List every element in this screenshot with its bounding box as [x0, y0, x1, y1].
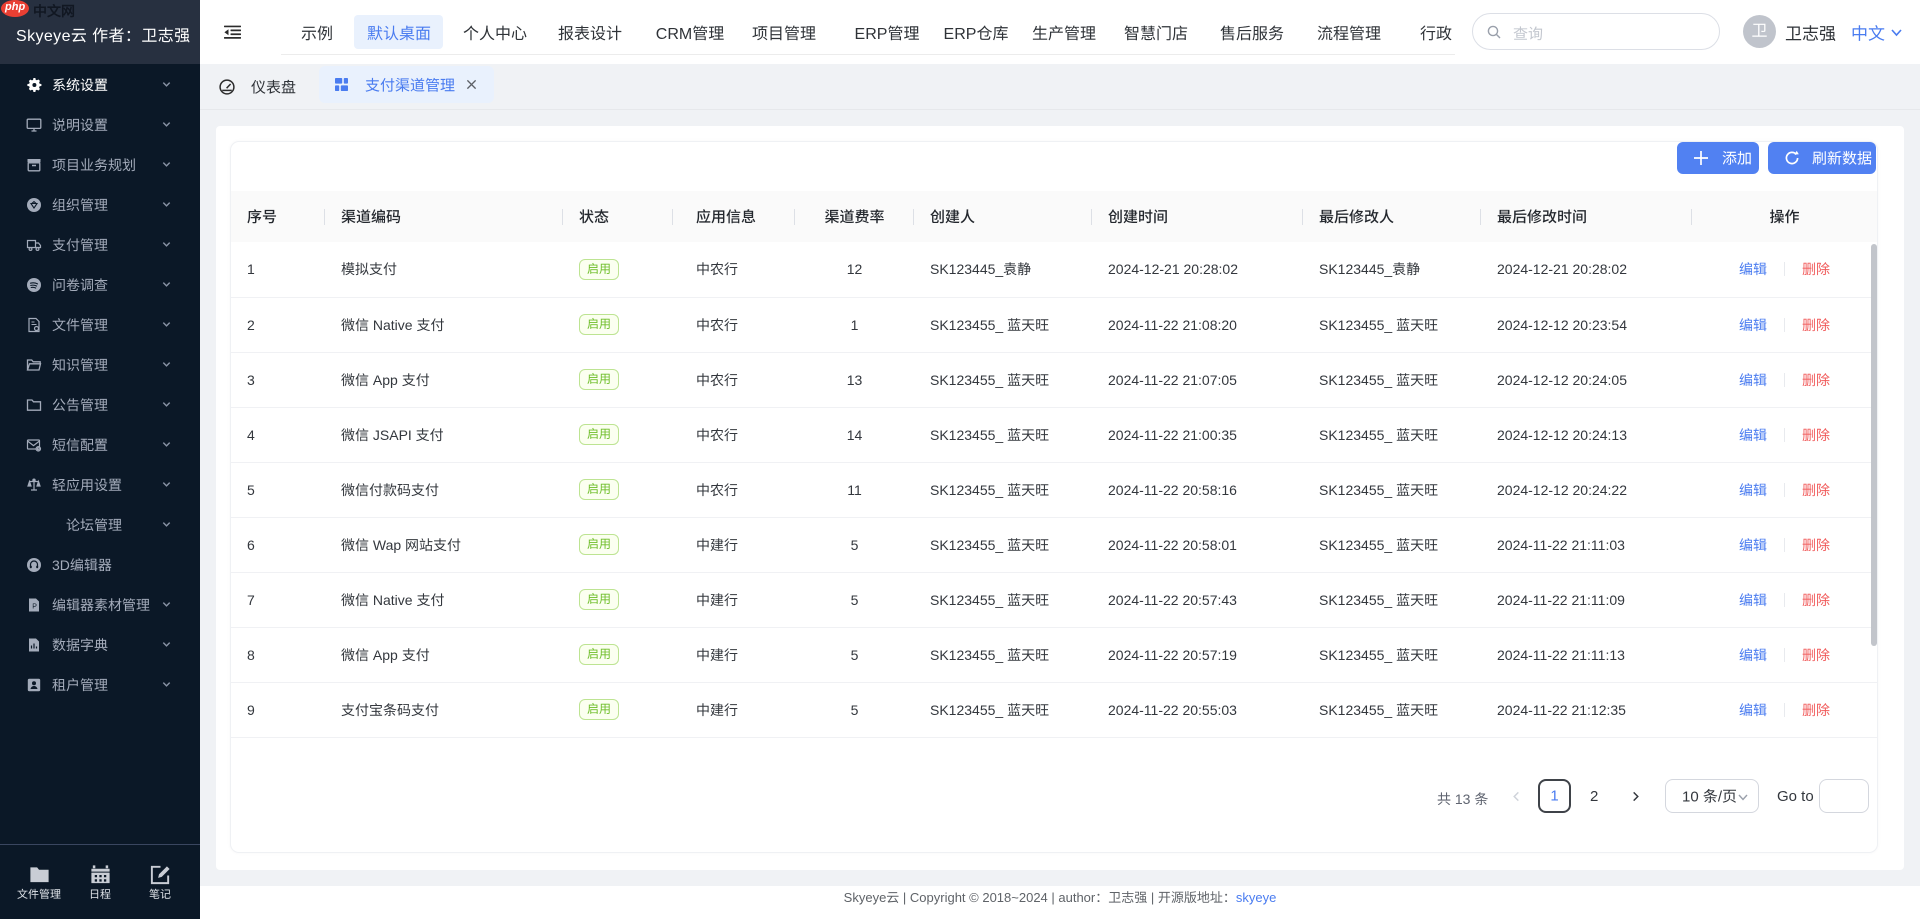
svg-text:P: P [32, 604, 37, 611]
